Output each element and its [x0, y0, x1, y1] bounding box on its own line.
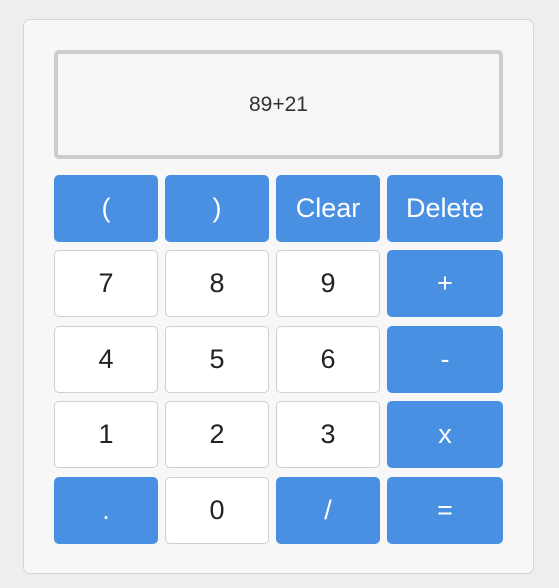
multiply-button[interactable]: x	[387, 401, 503, 468]
calculator-panel: 89+21 ( ) Clear Delete 7 8 9 + 4 5 6 - 1…	[23, 19, 534, 574]
digit-1-button[interactable]: 1	[54, 401, 158, 468]
decimal-button[interactable]: .	[54, 477, 158, 544]
digit-6-button[interactable]: 6	[276, 326, 380, 393]
open-paren-button[interactable]: (	[54, 175, 158, 242]
digit-5-button[interactable]: 5	[165, 326, 269, 393]
plus-button[interactable]: +	[387, 250, 503, 317]
close-paren-button[interactable]: )	[165, 175, 269, 242]
delete-button[interactable]: Delete	[387, 175, 503, 242]
digit-7-button[interactable]: 7	[54, 250, 158, 317]
digit-2-button[interactable]: 2	[165, 401, 269, 468]
calculator-display: 89+21	[54, 50, 503, 159]
digit-8-button[interactable]: 8	[165, 250, 269, 317]
digit-0-button[interactable]: 0	[165, 477, 269, 544]
clear-button[interactable]: Clear	[276, 175, 380, 242]
digit-3-button[interactable]: 3	[276, 401, 380, 468]
minus-button[interactable]: -	[387, 326, 503, 393]
digit-4-button[interactable]: 4	[54, 326, 158, 393]
digit-9-button[interactable]: 9	[276, 250, 380, 317]
equals-button[interactable]: =	[387, 477, 503, 544]
divide-button[interactable]: /	[276, 477, 380, 544]
